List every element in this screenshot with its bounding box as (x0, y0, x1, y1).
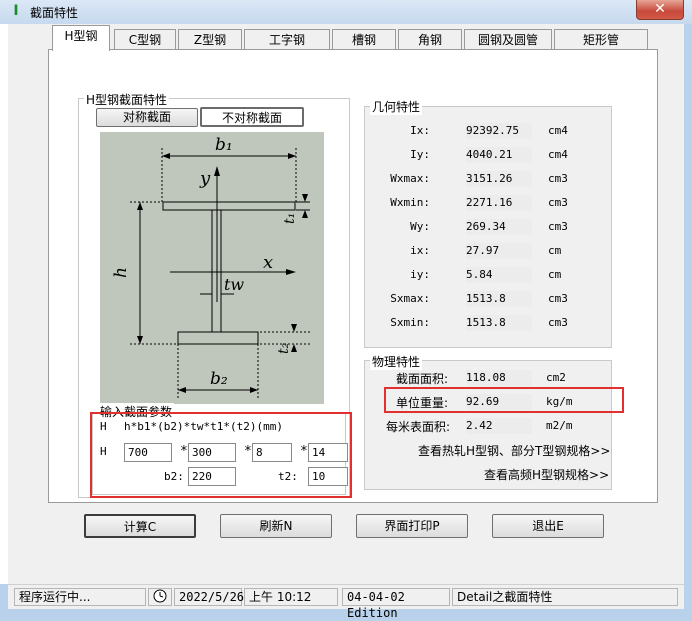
status-running: 程序运行中... (14, 588, 146, 606)
t2-input[interactable] (308, 467, 348, 486)
dim-label-tw: tw (224, 275, 244, 294)
dim-label-b1: b₁ (215, 135, 233, 155)
geometry-value: 5.84 (466, 267, 532, 283)
geometry-label: Sxmax: (390, 292, 430, 305)
geometry-unit: cm4 (548, 124, 568, 137)
geometry-label: Wxmin: (390, 196, 430, 209)
formula-text: h*b1*(b2)*tw*t1*(t2)(mm) (124, 420, 283, 433)
tab-round-pipe[interactable]: 圆钢及圆管 (464, 29, 552, 50)
tab-z-steel[interactable]: Z型钢 (178, 29, 242, 50)
tab-h-steel[interactable]: H型钢 (52, 25, 110, 51)
geometry-value: 1513.8 (466, 291, 532, 307)
geometry-value: 92392.75 (466, 123, 532, 139)
weight-unit: kg/m (546, 395, 573, 408)
hot-rolled-spec-link[interactable]: 查看热轧H型钢、部分T型钢规格>> (418, 442, 610, 459)
status-date: 2022/5/26 (174, 588, 244, 606)
status-edition: 04-04-02 Edition (342, 588, 450, 620)
geometry-unit: cm3 (548, 220, 568, 233)
area-label: 截面面积: (396, 372, 449, 386)
tab-i-beam[interactable]: 工字钢 (244, 29, 330, 50)
t2-label: t2: (278, 470, 298, 483)
b2-label: b2: (164, 470, 184, 483)
star-3: * (300, 444, 308, 459)
refresh-button[interactable]: 刷新N (220, 514, 332, 538)
axis-label-y: y (199, 168, 211, 189)
geometry-unit: cm (548, 268, 562, 281)
background-window-strip (0, 24, 8, 584)
print-button[interactable]: 界面打印P (356, 514, 468, 538)
geometry-value: 1513.8 (466, 315, 532, 331)
asymmetric-section-button[interactable]: 不对称截面 (200, 107, 304, 127)
tw-input[interactable] (252, 443, 292, 462)
exit-button[interactable]: 退出E (492, 514, 604, 538)
geometry-value: 2271.16 (466, 195, 532, 211)
geometry-unit: cm3 (548, 316, 568, 329)
formula-prefix: H (100, 420, 107, 433)
dim-label-t1: t₁ (282, 213, 298, 224)
geometry-unit: cm3 (548, 292, 568, 305)
t1-input[interactable] (308, 443, 348, 462)
geometry-unit: cm4 (548, 148, 568, 161)
geometry-value: 4040.21 (466, 147, 532, 163)
geometry-label: Ix: (410, 124, 430, 137)
b2-input[interactable] (188, 467, 236, 486)
weight-value: 92.69 (466, 394, 532, 410)
window-title: 截面特性 (30, 6, 79, 20)
geometry-label: iy: (410, 268, 430, 281)
h-section-diagram: b₁ y x h tw t₁ t₂ b₂ (100, 132, 324, 404)
clock-icon (148, 588, 172, 606)
geometry-unit: cm3 (548, 196, 568, 209)
surface-unit: m2/m (546, 419, 573, 432)
area-value: 118.08 (466, 370, 532, 386)
h-section-group-title: H型钢截面特性 (84, 91, 170, 108)
geometry-value: 269.34 (466, 219, 532, 235)
surface-value: 2.42 (466, 418, 532, 434)
weight-label: 单位重量: (396, 396, 449, 410)
geometry-label: Wxmax: (390, 172, 430, 185)
b1-input[interactable] (188, 443, 236, 462)
surface-label: 每米表面积: (386, 420, 451, 434)
area-unit: cm2 (546, 371, 566, 384)
close-button[interactable]: ✕ (636, 0, 684, 20)
geometry-group-title: 几何特性 (370, 98, 423, 115)
symmetric-section-button[interactable]: 对称截面 (96, 108, 198, 127)
dim-label-b2: b₂ (210, 369, 228, 389)
axis-label-x: x (263, 252, 273, 273)
geometry-value: 3151.26 (466, 171, 532, 187)
geometry-unit: cm (548, 244, 562, 257)
status-module: Detail之截面特性 (452, 588, 678, 606)
app-icon: I (13, 3, 19, 19)
geometry-unit: cm3 (548, 172, 568, 185)
h-input[interactable] (124, 443, 172, 462)
geometry-label: Sxmin: (390, 316, 430, 329)
tab-angle[interactable]: 角钢 (398, 29, 462, 50)
tab-c-steel[interactable]: C型钢 (114, 29, 176, 50)
star-2: * (244, 444, 252, 459)
star-1: * (180, 444, 188, 459)
row-label-h: H (100, 445, 107, 458)
dim-label-h: h (111, 267, 131, 278)
physical-group-title: 物理特性 (370, 353, 423, 370)
geometry-label: Wy: (410, 220, 430, 233)
status-time: 上午 10:12 (244, 588, 338, 606)
tab-rect-pipe[interactable]: 矩形管 (554, 29, 648, 50)
geometry-label: ix: (410, 244, 430, 257)
dim-label-t2: t₂ (276, 342, 292, 354)
title-bar (0, 0, 692, 24)
geometry-label: Iy: (410, 148, 430, 161)
geometry-value: 27.97 (466, 243, 532, 259)
high-freq-spec-link[interactable]: 查看高频H型钢规格>> (484, 466, 609, 483)
tab-channel[interactable]: 槽钢 (332, 29, 396, 50)
calculate-button[interactable]: 计算C (84, 514, 196, 538)
